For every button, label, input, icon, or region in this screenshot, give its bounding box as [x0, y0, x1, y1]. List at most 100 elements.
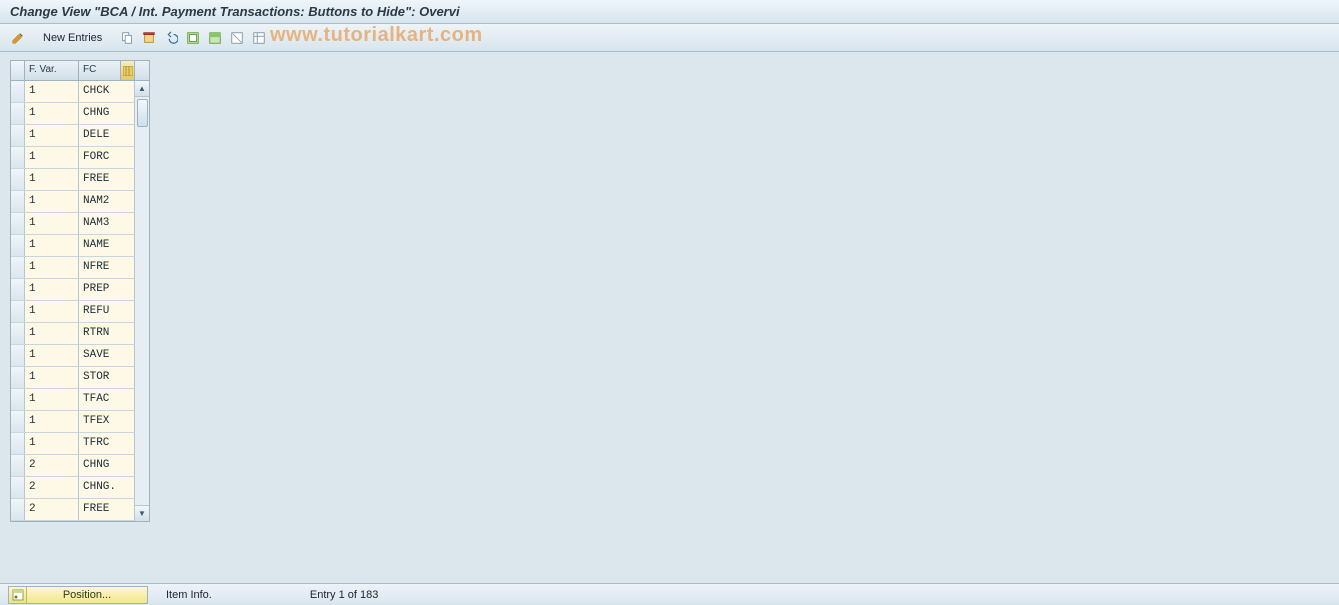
- cell-fc[interactable]: REFU: [79, 301, 135, 322]
- table-row[interactable]: 1NAM2: [11, 191, 135, 213]
- position-button[interactable]: Position...: [8, 586, 148, 604]
- cell-fvar[interactable]: 1: [25, 411, 79, 432]
- cell-fvar[interactable]: 1: [25, 323, 79, 344]
- table-row[interactable]: 2CHNG: [11, 455, 135, 477]
- table-row[interactable]: 2CHNG.: [11, 477, 135, 499]
- cell-fc[interactable]: CHNG.: [79, 477, 135, 498]
- copy-button[interactable]: [117, 28, 137, 48]
- row-selector[interactable]: [11, 103, 25, 124]
- row-selector[interactable]: [11, 455, 25, 476]
- row-selector[interactable]: [11, 411, 25, 432]
- delete-button[interactable]: [139, 28, 159, 48]
- cell-fc[interactable]: RTRN: [79, 323, 135, 344]
- cell-fc[interactable]: TFEX: [79, 411, 135, 432]
- new-entries-button[interactable]: New Entries: [34, 28, 111, 48]
- cell-fc[interactable]: NFRE: [79, 257, 135, 278]
- scroll-thumb[interactable]: [137, 99, 148, 127]
- row-selector[interactable]: [11, 345, 25, 366]
- vertical-scrollbar[interactable]: ▲ ▼: [134, 81, 149, 521]
- cell-fc[interactable]: SAVE: [79, 345, 135, 366]
- select-block-button[interactable]: [205, 28, 225, 48]
- table-row[interactable]: 1CHNG: [11, 103, 135, 125]
- grid-select-all-header[interactable]: [11, 61, 25, 80]
- cell-fc[interactable]: FORC: [79, 147, 135, 168]
- scroll-up-button[interactable]: ▲: [135, 81, 150, 97]
- cell-fc[interactable]: NAM2: [79, 191, 135, 212]
- row-selector[interactable]: [11, 213, 25, 234]
- scroll-down-button[interactable]: ▼: [135, 505, 150, 521]
- row-selector[interactable]: [11, 81, 25, 102]
- cell-fc[interactable]: NAME: [79, 235, 135, 256]
- cell-fvar[interactable]: 1: [25, 279, 79, 300]
- table-row[interactable]: 1NFRE: [11, 257, 135, 279]
- row-selector[interactable]: [11, 147, 25, 168]
- row-selector[interactable]: [11, 235, 25, 256]
- table-row[interactable]: 1NAME: [11, 235, 135, 257]
- row-selector[interactable]: [11, 477, 25, 498]
- table-row[interactable]: 1NAM3: [11, 213, 135, 235]
- cell-fc[interactable]: CHCK: [79, 81, 135, 102]
- row-selector[interactable]: [11, 389, 25, 410]
- cell-fvar[interactable]: 1: [25, 367, 79, 388]
- toggle-edit-button[interactable]: [8, 28, 28, 48]
- select-block-icon: [208, 31, 222, 45]
- cell-fvar[interactable]: 1: [25, 191, 79, 212]
- table-row[interactable]: 1PREP: [11, 279, 135, 301]
- cell-fvar[interactable]: 1: [25, 169, 79, 190]
- cell-fvar[interactable]: 1: [25, 81, 79, 102]
- undo-button[interactable]: [161, 28, 181, 48]
- grid-header: F. Var. FC: [11, 61, 149, 81]
- row-selector[interactable]: [11, 367, 25, 388]
- cell-fvar[interactable]: 1: [25, 345, 79, 366]
- select-all-button[interactable]: [183, 28, 203, 48]
- row-selector[interactable]: [11, 191, 25, 212]
- cell-fc[interactable]: FREE: [79, 499, 135, 520]
- row-selector[interactable]: [11, 323, 25, 344]
- deselect-all-button[interactable]: [227, 28, 247, 48]
- cell-fvar[interactable]: 1: [25, 103, 79, 124]
- table-row[interactable]: 1TFRC: [11, 433, 135, 455]
- table-row[interactable]: 1CHCK: [11, 81, 135, 103]
- cell-fvar[interactable]: 1: [25, 389, 79, 410]
- table-row[interactable]: 1STOR: [11, 367, 135, 389]
- cell-fvar[interactable]: 1: [25, 257, 79, 278]
- table-row[interactable]: 1DELE: [11, 125, 135, 147]
- table-row[interactable]: 1RTRN: [11, 323, 135, 345]
- cell-fvar[interactable]: 1: [25, 147, 79, 168]
- cell-fc[interactable]: CHNG: [79, 103, 135, 124]
- grid-configure-button[interactable]: [121, 61, 135, 80]
- cell-fvar[interactable]: 2: [25, 477, 79, 498]
- table-row[interactable]: 2FREE: [11, 499, 135, 521]
- cell-fvar[interactable]: 1: [25, 213, 79, 234]
- table-row[interactable]: 1SAVE: [11, 345, 135, 367]
- table-row[interactable]: 1TFEX: [11, 411, 135, 433]
- table-row[interactable]: 1FORC: [11, 147, 135, 169]
- cell-fvar[interactable]: 2: [25, 455, 79, 476]
- column-header-fc[interactable]: FC: [79, 61, 121, 80]
- row-selector[interactable]: [11, 499, 25, 520]
- cell-fvar[interactable]: 2: [25, 499, 79, 520]
- row-selector[interactable]: [11, 169, 25, 190]
- cell-fvar[interactable]: 1: [25, 235, 79, 256]
- cell-fc[interactable]: FREE: [79, 169, 135, 190]
- cell-fc[interactable]: STOR: [79, 367, 135, 388]
- row-selector[interactable]: [11, 279, 25, 300]
- row-selector[interactable]: [11, 125, 25, 146]
- table-row[interactable]: 1FREE: [11, 169, 135, 191]
- cell-fvar[interactable]: 1: [25, 433, 79, 454]
- row-selector[interactable]: [11, 257, 25, 278]
- cell-fc[interactable]: TFRC: [79, 433, 135, 454]
- row-selector[interactable]: [11, 301, 25, 322]
- cell-fc[interactable]: NAM3: [79, 213, 135, 234]
- row-selector[interactable]: [11, 433, 25, 454]
- cell-fc[interactable]: CHNG: [79, 455, 135, 476]
- table-settings-button[interactable]: [249, 28, 269, 48]
- cell-fc[interactable]: TFAC: [79, 389, 135, 410]
- cell-fc[interactable]: PREP: [79, 279, 135, 300]
- cell-fvar[interactable]: 1: [25, 125, 79, 146]
- cell-fvar[interactable]: 1: [25, 301, 79, 322]
- column-header-fvar[interactable]: F. Var.: [25, 61, 79, 80]
- table-row[interactable]: 1TFAC: [11, 389, 135, 411]
- table-row[interactable]: 1REFU: [11, 301, 135, 323]
- cell-fc[interactable]: DELE: [79, 125, 135, 146]
